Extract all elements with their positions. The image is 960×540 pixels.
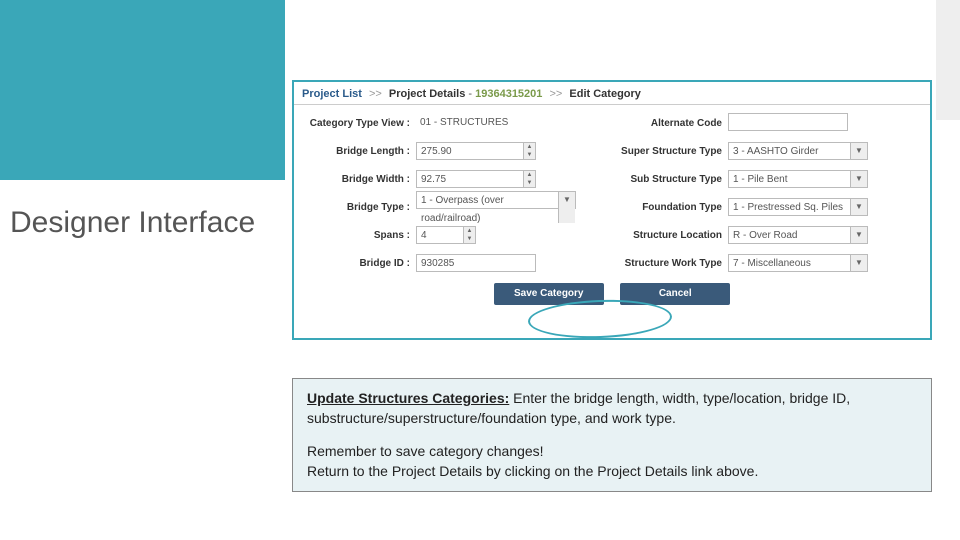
label-bridge-width: Bridge Width : xyxy=(300,174,416,185)
cancel-button[interactable]: Cancel xyxy=(620,283,730,305)
chevron-down-icon[interactable]: ▼ xyxy=(850,227,867,243)
label-alternate-code: Alternate Code xyxy=(612,118,728,129)
label-bridge-id: Bridge ID : xyxy=(300,258,416,269)
accent-block xyxy=(0,0,285,180)
instructions-line2: Remember to save category changes! xyxy=(307,442,917,462)
input-bridge-width[interactable]: 92.75 xyxy=(416,170,536,188)
spinner-buttons[interactable]: ▲▼ xyxy=(523,143,535,159)
select-foundation-type[interactable]: 1 - Prestressed Sq. Piles xyxy=(728,198,868,216)
right-accent xyxy=(936,0,960,120)
chevron-down-icon[interactable]: ▼ xyxy=(850,171,867,187)
chevron-down-icon[interactable]: ▼ xyxy=(850,255,867,271)
select-structure-work-type[interactable]: 7 - Miscellaneous xyxy=(728,254,868,272)
label-bridge-type: Bridge Type : xyxy=(300,202,416,213)
breadcrumb-current: Edit Category xyxy=(569,88,641,100)
button-row: Save Category Cancel xyxy=(294,277,930,305)
select-structure-location[interactable]: R - Over Road xyxy=(728,226,868,244)
input-bridge-length[interactable]: 275.90 xyxy=(416,142,536,160)
instructions-line3: Return to the Project Details by clickin… xyxy=(307,462,917,482)
label-foundation-type: Foundation Type xyxy=(612,202,728,213)
breadcrumb-project-id: 19364315201 xyxy=(475,88,542,100)
select-super-structure-type[interactable]: 3 - AASHTO Girder xyxy=(728,142,868,160)
breadcrumb-project-list[interactable]: Project List xyxy=(302,88,362,100)
select-sub-structure-type[interactable]: 1 - Pile Bent xyxy=(728,170,868,188)
label-spans: Spans : xyxy=(300,230,416,241)
slide-title: Designer Interface xyxy=(10,205,270,241)
label-bridge-length: Bridge Length : xyxy=(300,146,416,157)
input-alternate-code[interactable] xyxy=(728,113,848,131)
instructions-box: Update Structures Categories: Enter the … xyxy=(292,378,932,492)
breadcrumb-sep: >> xyxy=(549,88,562,100)
left-column: Category Type View : 01 - STRUCTURES Bri… xyxy=(300,109,612,277)
label-super-structure-type: Super Structure Type xyxy=(612,146,728,157)
label-structure-work-type: Structure Work Type xyxy=(612,258,728,269)
chevron-down-icon[interactable]: ▼ xyxy=(850,199,867,215)
save-category-button[interactable]: Save Category xyxy=(494,283,604,305)
app-panel: Project List >> Project Details - 193643… xyxy=(292,80,932,340)
select-bridge-type[interactable]: 1 - Overpass (over road/railroad) xyxy=(416,191,576,209)
instructions-heading: Update Structures Categories: xyxy=(307,390,509,406)
label-structure-location: Structure Location xyxy=(612,230,728,241)
chevron-down-icon[interactable]: ▼ xyxy=(558,192,575,223)
breadcrumb-project-details[interactable]: Project Details xyxy=(389,88,465,100)
instructions-line1: Update Structures Categories: Enter the … xyxy=(307,389,917,428)
label-category-type-view: Category Type View : xyxy=(300,118,416,129)
input-bridge-id[interactable]: 930285 xyxy=(416,254,536,272)
slide-title-box: Designer Interface xyxy=(10,205,270,241)
spinner-buttons[interactable]: ▲▼ xyxy=(523,171,535,187)
breadcrumb: Project List >> Project Details - 193643… xyxy=(294,82,930,105)
spinner-buttons[interactable]: ▲▼ xyxy=(463,227,475,243)
breadcrumb-sep: >> xyxy=(369,88,382,100)
value-category-type-view: 01 - STRUCTURES xyxy=(416,114,556,132)
chevron-down-icon[interactable]: ▼ xyxy=(850,143,867,159)
label-sub-structure-type: Sub Structure Type xyxy=(612,174,728,185)
right-column: Alternate Code Super Structure Type 3 - … xyxy=(612,109,924,277)
